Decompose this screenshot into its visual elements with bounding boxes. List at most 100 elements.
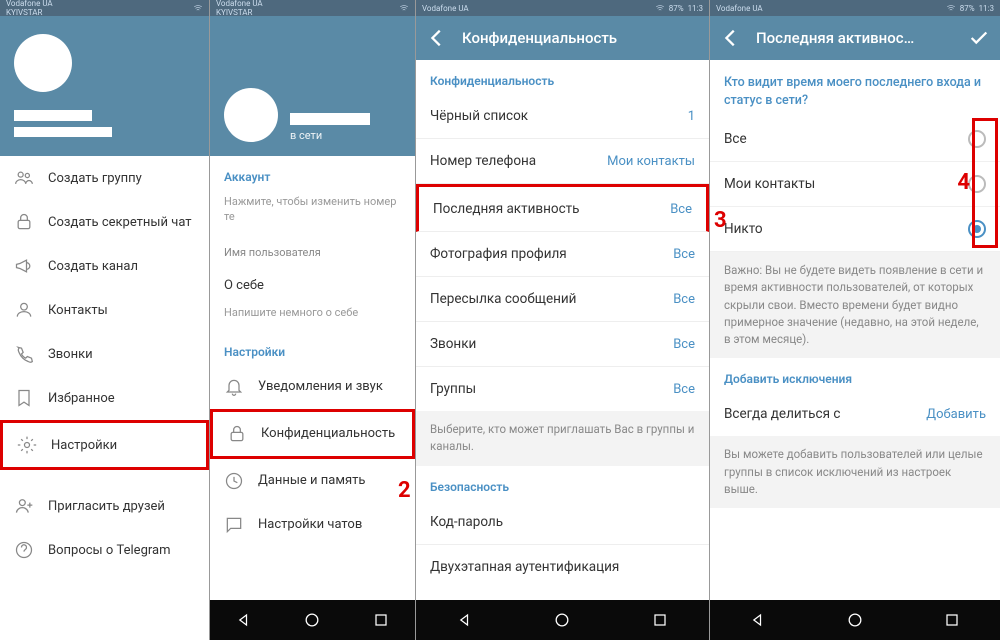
back-icon[interactable] bbox=[720, 27, 742, 49]
privacy-section: Конфиденциальность bbox=[416, 60, 709, 94]
option-all[interactable]: Все bbox=[710, 117, 1000, 162]
settings-data[interactable]: Данные и память bbox=[210, 459, 415, 503]
menu-calls[interactable]: Звонки bbox=[0, 332, 209, 376]
data-icon bbox=[224, 471, 244, 491]
row-phone[interactable]: Номер телефонаМои контакты bbox=[416, 139, 709, 184]
exceptions-note: Вы можете добавить пользователей или цел… bbox=[710, 436, 1000, 508]
row-label: Группы bbox=[430, 381, 476, 397]
menu-secret-chat[interactable]: Создать секретный чат bbox=[0, 200, 209, 244]
bell-icon bbox=[224, 377, 244, 397]
menu-faq[interactable]: Вопросы о Telegram bbox=[0, 528, 209, 572]
wifi-icon bbox=[655, 3, 665, 13]
adduser-icon bbox=[14, 496, 34, 516]
nav-home-icon[interactable] bbox=[302, 610, 322, 630]
privacy-header: Конфиденциальность bbox=[416, 16, 709, 60]
settings-privacy[interactable]: Конфиденциальность bbox=[210, 409, 415, 459]
menu-label: Избранное bbox=[48, 391, 115, 406]
setting-label: Настройки чатов bbox=[258, 517, 362, 532]
wifi-icon bbox=[946, 3, 956, 13]
menu-contacts[interactable]: Контакты bbox=[0, 288, 209, 332]
row-lastseen[interactable]: Последняя активностьВсе bbox=[416, 184, 709, 232]
row-value: Все bbox=[673, 247, 695, 262]
megaphone-icon bbox=[14, 256, 34, 276]
row-calls[interactable]: ЗвонкиВсе bbox=[416, 322, 709, 367]
row-value: 1 bbox=[688, 109, 695, 124]
lastseen-header: Последняя активнос… bbox=[710, 16, 1000, 60]
lock-icon bbox=[227, 424, 247, 444]
menu-create-channel[interactable]: Создать канал bbox=[0, 244, 209, 288]
avatar[interactable] bbox=[224, 88, 278, 142]
row-value: Добавить bbox=[926, 407, 986, 422]
menu-create-group[interactable]: Создать группу bbox=[0, 156, 209, 200]
section-account: Аккаунт bbox=[210, 156, 415, 190]
row-label: Номер телефона bbox=[430, 153, 536, 169]
row-always-share[interactable]: Всегда делиться сДобавить bbox=[710, 392, 1000, 436]
menu-invite[interactable]: Пригласить друзей bbox=[0, 484, 209, 528]
nav-bar bbox=[210, 600, 415, 640]
page-title: Последняя активнос… bbox=[756, 29, 954, 47]
privacy-pane: Vodafone UA 87%11:3 Конфиденциальность К… bbox=[416, 0, 710, 640]
help-icon bbox=[14, 540, 34, 560]
section-settings: Настройки bbox=[210, 331, 415, 365]
nav-home-icon[interactable] bbox=[552, 610, 572, 630]
setting-label: Данные и память bbox=[258, 473, 365, 488]
status-bar: Vodafone UAKYIVSTAR bbox=[0, 0, 209, 16]
row-2fa[interactable]: Двухэтапная аутентификация bbox=[416, 545, 709, 589]
about-row[interactable]: О себе bbox=[210, 270, 415, 301]
nav-back-icon[interactable] bbox=[234, 610, 254, 630]
drawer-menu: Создать группу Создать секретный чат Соз… bbox=[0, 156, 209, 640]
lock-icon bbox=[14, 212, 34, 232]
annotation-3: 3 bbox=[714, 208, 727, 233]
username-row[interactable]: Имя пользователя bbox=[210, 235, 415, 270]
nav-bar bbox=[416, 600, 709, 640]
row-label: Пересылка сообщений bbox=[430, 291, 576, 307]
menu-saved[interactable]: Избранное bbox=[0, 376, 209, 420]
settings-pane: Vodafone UAKYIVSTAR в сети Аккаунт Нажми… bbox=[210, 0, 416, 640]
row-value: Все bbox=[673, 382, 695, 397]
profile-info: в сети bbox=[290, 113, 401, 142]
row-passcode[interactable]: Код-пароль bbox=[416, 500, 709, 545]
status-bar: Vodafone UA 87%11:3 bbox=[710, 0, 1000, 16]
row-blacklist[interactable]: Чёрный список 1 bbox=[416, 94, 709, 139]
nav-back-icon[interactable] bbox=[455, 610, 475, 630]
nav-back-icon[interactable] bbox=[748, 610, 768, 630]
row-value: Все bbox=[670, 202, 692, 217]
drawer-pane: Vodafone UAKYIVSTAR Создать группу Созда… bbox=[0, 0, 210, 640]
row-label: Чёрный список bbox=[430, 108, 528, 124]
menu-label: Вопросы о Telegram bbox=[48, 543, 171, 558]
menu-label: Создать канал bbox=[48, 259, 138, 274]
profile-name[interactable] bbox=[14, 110, 195, 137]
wifi-icon bbox=[193, 3, 203, 13]
page-title: Конфиденциальность bbox=[462, 29, 699, 47]
menu-settings[interactable]: Настройки 1 bbox=[0, 420, 209, 470]
nav-recent-icon[interactable] bbox=[650, 610, 670, 630]
settings-chats[interactable]: Настройки чатов bbox=[210, 503, 415, 547]
annotation-4: 4 bbox=[957, 170, 970, 195]
online-status: в сети bbox=[290, 129, 401, 142]
drawer-header bbox=[0, 16, 209, 156]
settings-header: в сети bbox=[210, 16, 415, 156]
menu-label: Настройки bbox=[51, 438, 117, 453]
option-nobody[interactable]: Никто bbox=[710, 207, 1000, 252]
option-label: Никто bbox=[724, 221, 763, 237]
nav-home-icon[interactable] bbox=[845, 610, 865, 630]
nav-bar bbox=[710, 600, 1000, 640]
row-forward[interactable]: Пересылка сообщенийВсе bbox=[416, 277, 709, 322]
group-icon bbox=[14, 168, 34, 188]
important-note: Важно: Вы не будете видеть появление в с… bbox=[710, 252, 1000, 358]
check-icon[interactable] bbox=[968, 27, 990, 49]
row-photo[interactable]: Фотография профиля Все bbox=[416, 232, 709, 277]
row-label: Двухэтапная аутентификация bbox=[430, 559, 619, 575]
avatar[interactable] bbox=[14, 34, 72, 92]
settings-notifications[interactable]: Уведомления и звук bbox=[210, 365, 415, 409]
menu-label: Создать группу bbox=[48, 171, 142, 186]
account-hint: Нажмите, чтобы изменить номер те bbox=[210, 190, 415, 235]
row-label: Фотография профиля bbox=[430, 246, 567, 262]
about-hint: Напишите немного о себе bbox=[210, 301, 415, 330]
exceptions-section: Добавить исключения bbox=[710, 358, 1000, 392]
back-icon[interactable] bbox=[426, 27, 448, 49]
nav-recent-icon[interactable] bbox=[942, 610, 962, 630]
row-groups[interactable]: Группы Все bbox=[416, 367, 709, 411]
nav-recent-icon[interactable] bbox=[371, 610, 391, 630]
option-label: Мои контакты bbox=[724, 176, 815, 192]
